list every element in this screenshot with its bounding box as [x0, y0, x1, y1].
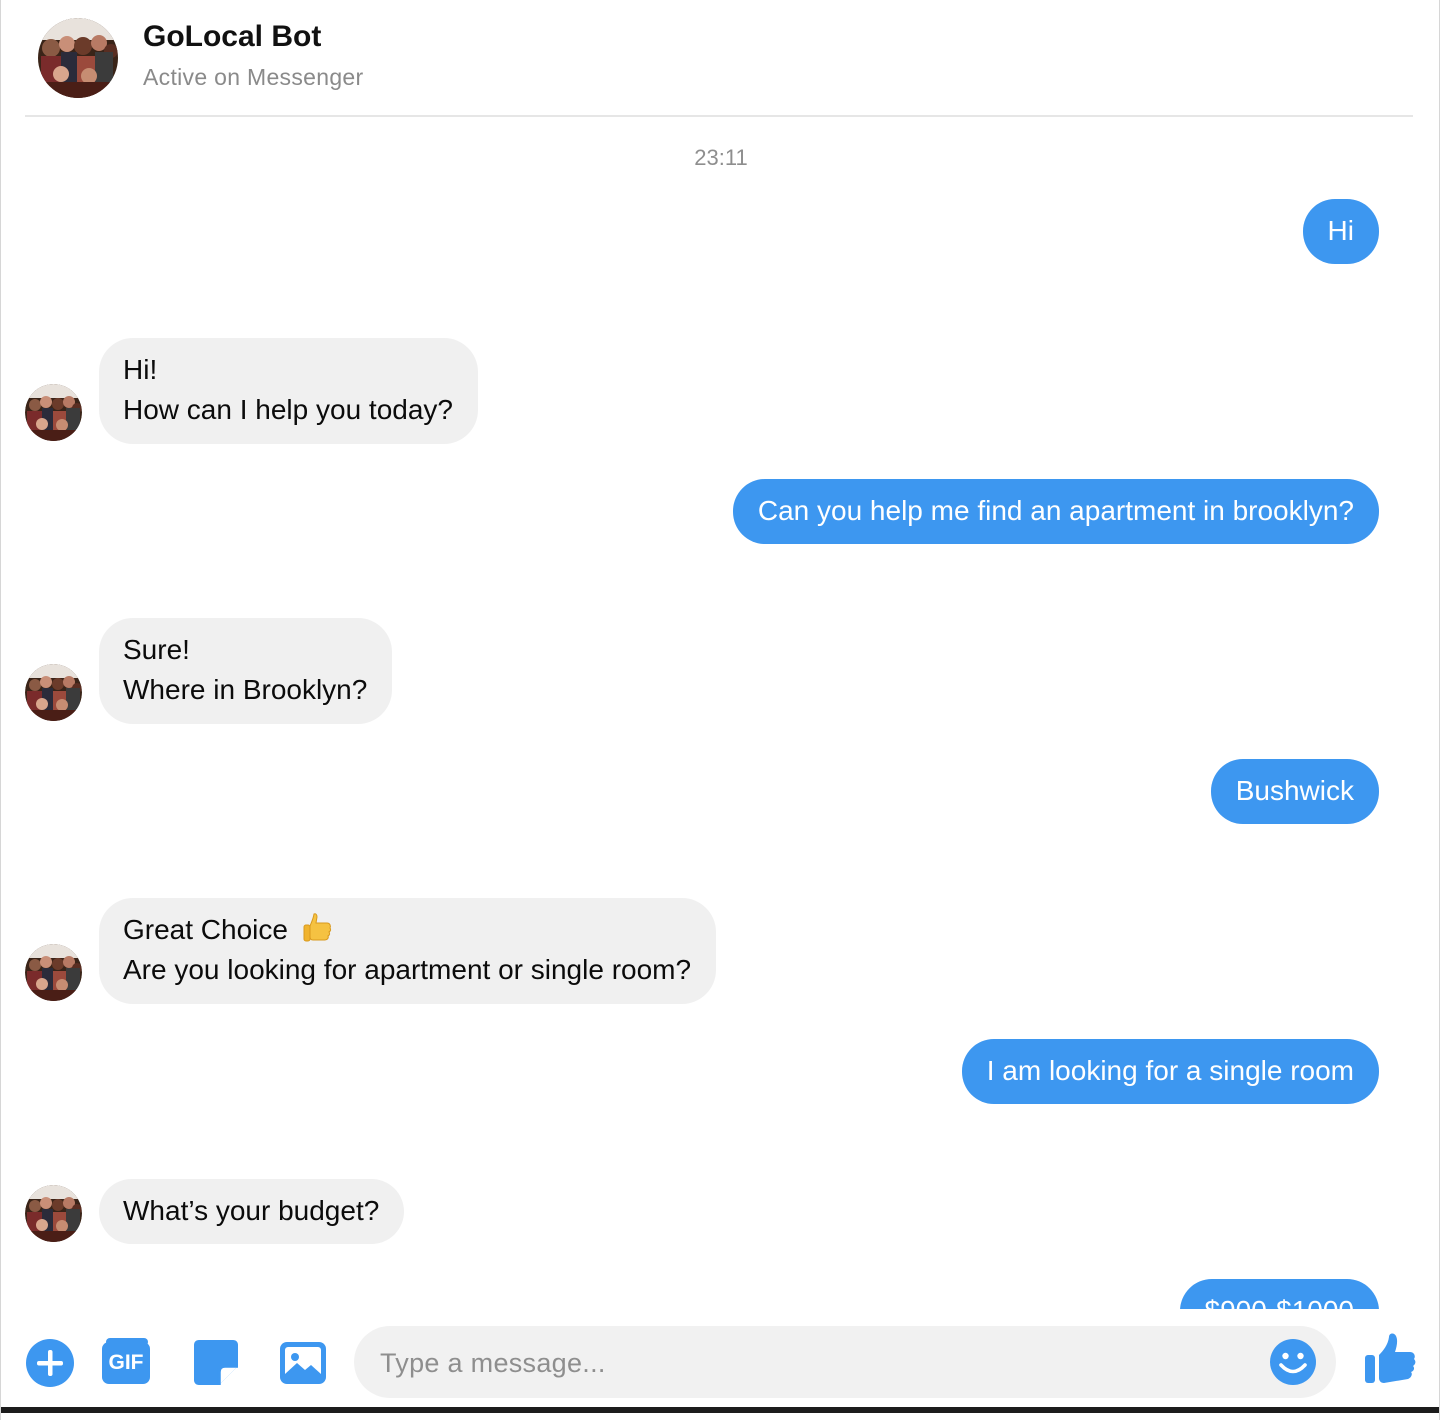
message-input-container: [354, 1326, 1336, 1398]
message-text: Where in Brooklyn?: [123, 674, 368, 705]
bot-avatar[interactable]: [25, 384, 82, 441]
outgoing-message[interactable]: Hi: [1302, 199, 1379, 264]
message-text: Bushwick: [1235, 775, 1354, 806]
message-input[interactable]: [378, 1340, 1262, 1386]
bot-avatar[interactable]: [25, 944, 82, 1001]
outgoing-message[interactable]: $900-$1000: [1179, 1279, 1379, 1309]
message-line: Great Choice: [123, 910, 691, 950]
message-text: How can I help you today?: [123, 394, 453, 425]
message-composer: GIF: [1, 1309, 1439, 1413]
plus-icon[interactable]: [25, 1338, 75, 1388]
status-text: Active on Messenger: [143, 64, 364, 90]
messenger-window: GoLocal Bot Active on Messenger 23:11 Hi…: [0, 0, 1440, 1420]
incoming-message[interactable]: Hi! How can I help you today?: [99, 338, 478, 444]
outgoing-message[interactable]: Bushwick: [1210, 759, 1379, 824]
message-text: Can you help me find an apartment in bro…: [757, 495, 1354, 526]
message-text: $900-$1000: [1205, 1295, 1354, 1309]
message-text: Are you looking for apartment or single …: [123, 954, 692, 985]
thumbs-up-icon[interactable]: [1361, 1331, 1419, 1389]
thumbs-up-icon: [303, 912, 331, 942]
message-text: Hi: [1327, 215, 1354, 246]
message-text: Great Choice: [123, 914, 288, 945]
incoming-message[interactable]: Great Choice Are you looking for apartme…: [99, 898, 717, 1004]
message-text: Sure!: [123, 634, 190, 665]
timestamp: 23:11: [694, 145, 748, 170]
message-text: What’s your budget?: [123, 1195, 380, 1226]
chat-header: GoLocal Bot Active on Messenger: [1, 0, 1439, 116]
incoming-message[interactable]: Sure! Where in Brooklyn?: [99, 618, 393, 724]
avatar[interactable]: [37, 18, 119, 98]
message-text: Hi!: [123, 354, 158, 385]
sticker-icon[interactable]: [191, 1338, 241, 1388]
gif-label: GIF: [108, 1351, 144, 1374]
gif-icon[interactable]: GIF: [101, 1338, 151, 1388]
photo-icon[interactable]: [278, 1338, 328, 1388]
bot-avatar[interactable]: [25, 1185, 82, 1242]
message-text: I am looking for a single room: [986, 1055, 1354, 1086]
window-bottom-edge: [1, 1407, 1439, 1413]
message-list[interactable]: 23:11 Hi Hi! How can I help you today? C…: [1, 117, 1439, 1309]
page-title: GoLocal Bot: [143, 20, 322, 53]
outgoing-message[interactable]: Can you help me find an apartment in bro…: [732, 479, 1379, 544]
incoming-message[interactable]: What’s your budget?: [99, 1179, 405, 1244]
emoji-icon[interactable]: [1269, 1338, 1317, 1386]
outgoing-message[interactable]: I am looking for a single room: [961, 1039, 1379, 1104]
bot-avatar[interactable]: [25, 664, 82, 721]
